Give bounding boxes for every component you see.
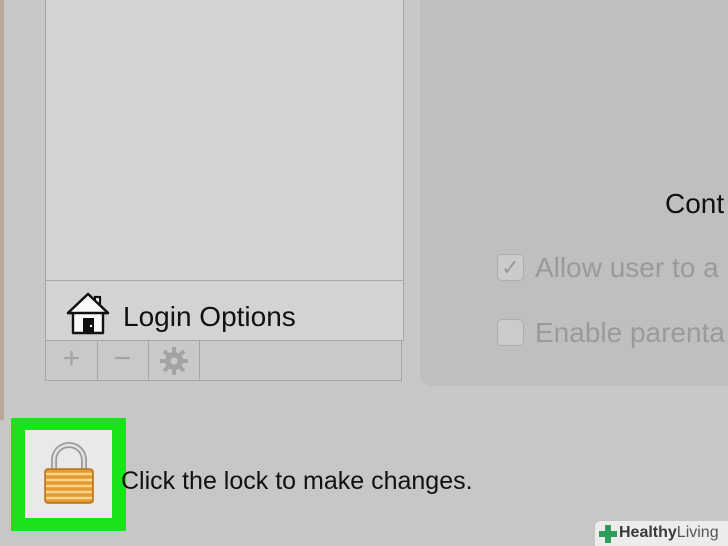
watermark: HealthyLiving bbox=[595, 521, 728, 546]
action-menu-button[interactable] bbox=[148, 341, 200, 380]
lock-message: Click the lock to make changes. bbox=[121, 467, 473, 495]
allow-user-checkbox[interactable]: ✓ bbox=[497, 254, 524, 281]
parental-controls-label: Enable parenta bbox=[535, 317, 725, 348]
users-list-toolbar: + − bbox=[45, 340, 402, 381]
plus-icon: + bbox=[62, 342, 81, 375]
login-options-item[interactable]: Login Options bbox=[45, 280, 404, 341]
allow-user-label: Allow user to a bbox=[535, 252, 719, 283]
panel-heading: Cont bbox=[665, 188, 725, 219]
login-options-label: Login Options bbox=[123, 301, 296, 332]
gear-icon bbox=[160, 347, 188, 375]
padlock-icon bbox=[44, 442, 94, 504]
minus-icon: − bbox=[113, 342, 132, 375]
window-edge bbox=[0, 0, 4, 420]
lock-button[interactable] bbox=[25, 430, 112, 518]
users-list[interactable] bbox=[45, 0, 404, 281]
house-icon bbox=[66, 292, 110, 335]
add-user-button[interactable]: + bbox=[46, 341, 98, 380]
watermark-text: HealthyLiving bbox=[619, 524, 719, 542]
remove-user-button[interactable]: − bbox=[97, 341, 149, 380]
user-details-panel: Cont ✓ Allow user to a Enable parenta bbox=[420, 0, 728, 386]
healthy-living-logo-icon bbox=[599, 525, 617, 543]
watermark-part1: Healthy bbox=[619, 524, 677, 541]
watermark-part2: Living bbox=[676, 524, 719, 541]
parental-controls-checkbox[interactable] bbox=[497, 319, 524, 346]
